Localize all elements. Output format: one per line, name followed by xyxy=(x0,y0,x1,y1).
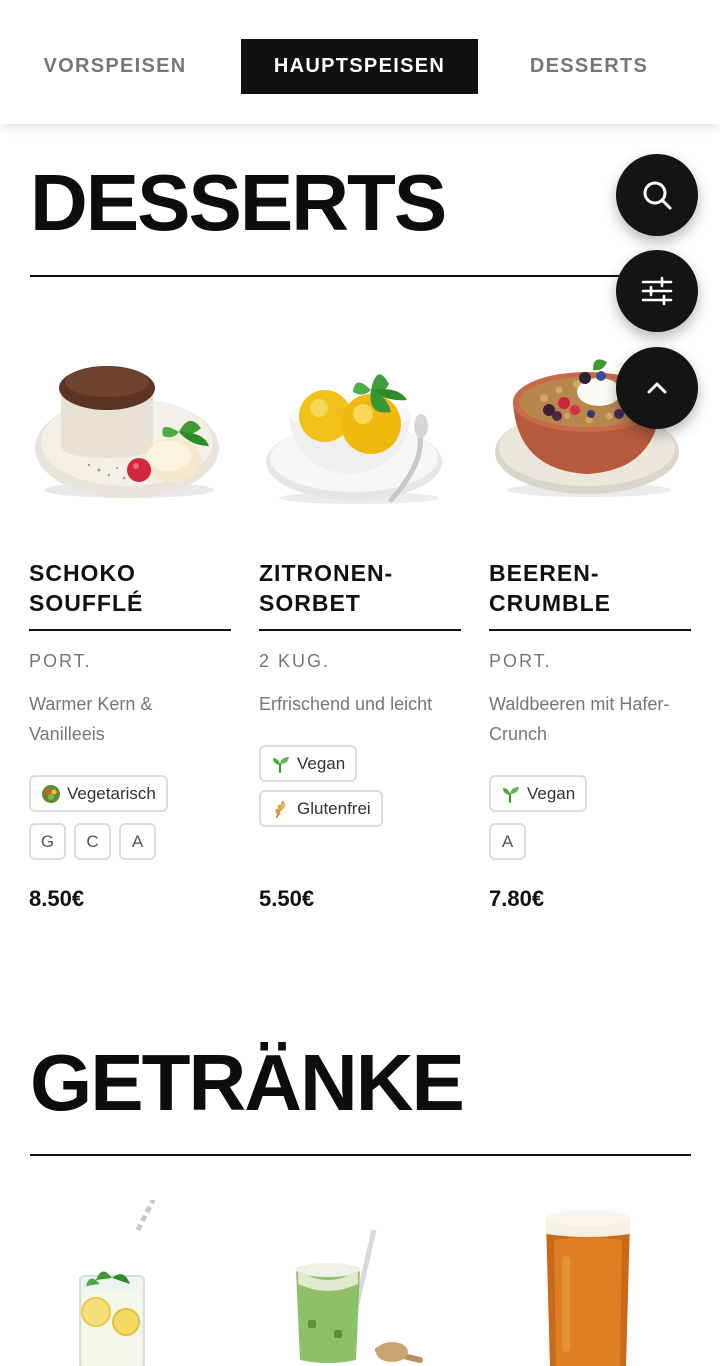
tab-desserts[interactable]: DESSERTS xyxy=(510,39,668,94)
allergen-badge: C xyxy=(74,823,111,860)
diet-tags: Vegan Glutenfrei xyxy=(259,745,409,827)
scroll-to-top-button[interactable] xyxy=(616,347,698,429)
card-divider xyxy=(29,629,231,631)
tag-label: Vegan xyxy=(527,783,576,803)
sprout-icon xyxy=(271,754,291,774)
vegetarian-icon xyxy=(41,784,61,804)
diet-tags: Vegan xyxy=(489,775,691,812)
card-divider xyxy=(259,629,461,631)
wheat-icon xyxy=(271,799,291,819)
section-divider xyxy=(30,275,691,277)
section-title-desserts: DESSERTS xyxy=(30,158,447,247)
tag-label: Glutenfrei xyxy=(297,798,371,818)
dish-name: ZITRONEN- SORBET xyxy=(259,560,394,616)
search-button[interactable] xyxy=(616,154,698,236)
filter-button[interactable] xyxy=(616,250,698,332)
tag-vegan: Vegan xyxy=(489,775,588,812)
tag-label: Vegetarisch xyxy=(67,783,156,803)
allergen-badge: A xyxy=(489,823,526,860)
tag-gluten-free: Glutenfrei xyxy=(259,790,383,827)
portion-size: PORT. xyxy=(489,651,552,671)
allergen-codes: G C A xyxy=(29,823,156,860)
search-icon xyxy=(643,181,672,210)
tag-vegan: Vegan xyxy=(259,745,358,782)
dish-image-sorbet xyxy=(259,340,461,530)
price: 7.80€ xyxy=(489,886,545,911)
tab-vorspeisen[interactable]: VORSPEISEN xyxy=(30,39,200,94)
dessert-card[interactable]: ZITRONEN- SORBET 2 KUG. Erfrischend und … xyxy=(259,340,461,911)
allergen-badge: A xyxy=(119,823,156,860)
tag-vegetarian: Vegetarisch xyxy=(29,775,168,812)
drink-image-beer[interactable] xyxy=(492,1200,692,1366)
dish-image-souffle xyxy=(29,340,231,530)
section-title-drinks: GETRÄNKE xyxy=(30,1038,465,1127)
dessert-card[interactable]: SCHOKO SOUFFLÉ PORT. Warmer Kern & Vanil… xyxy=(29,340,231,911)
portion-size: PORT. xyxy=(29,651,92,671)
diet-tags: Vegetarisch xyxy=(29,775,231,812)
tab-hauptspeisen[interactable]: HAUPTSPEISEN xyxy=(241,39,478,94)
drink-image-lemonade[interactable] xyxy=(30,1196,230,1366)
dish-description: Erfrischend und leicht xyxy=(259,694,433,714)
allergen-codes: A xyxy=(489,823,526,860)
sprout-icon xyxy=(501,784,521,804)
category-tab-bar: VORSPEISEN HAUPTSPEISEN DESSERTS xyxy=(0,0,720,124)
filter-sliders-icon xyxy=(641,276,673,306)
dish-description: Waldbeeren mit Hafer-Crunch xyxy=(489,694,670,744)
dish-name: SCHOKO SOUFFLÉ xyxy=(29,560,144,616)
section-divider xyxy=(30,1154,691,1156)
card-divider xyxy=(489,629,691,631)
dish-name: BEEREN- CRUMBLE xyxy=(489,560,611,616)
drink-image-matcha[interactable] xyxy=(260,1200,460,1366)
portion-size: 2 KUG. xyxy=(259,651,331,671)
tag-label: Vegan xyxy=(297,753,346,773)
price: 5.50€ xyxy=(259,886,315,911)
allergen-badge: G xyxy=(29,823,66,860)
price: 8.50€ xyxy=(29,886,85,911)
chevron-up-icon xyxy=(647,382,667,394)
dish-description: Warmer Kern & Vanilleeis xyxy=(29,694,153,744)
